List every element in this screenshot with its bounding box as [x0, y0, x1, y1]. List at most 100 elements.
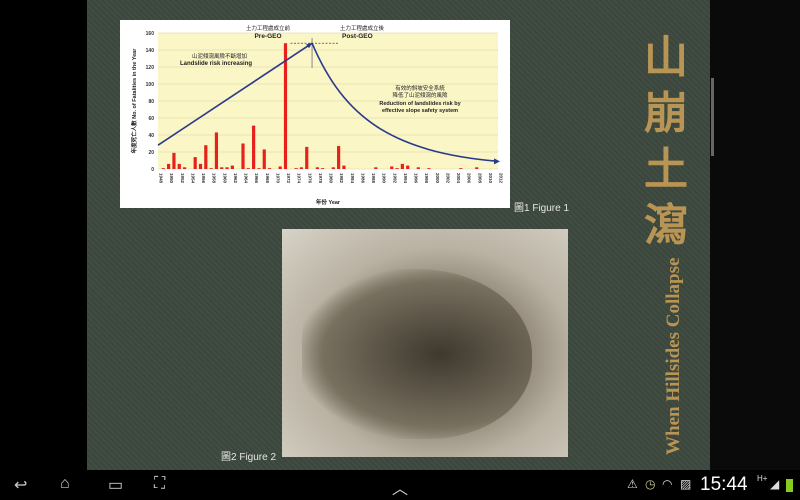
y-axis-label: 年度死亡人數 No. of Fatalities in the Year: [130, 48, 138, 154]
warning-icon: ⚠: [627, 477, 638, 491]
x-tick-label: 1988: [371, 173, 376, 184]
y-tick-label: 0: [151, 167, 154, 173]
bar: [241, 143, 245, 169]
x-tick-label: 1952: [180, 173, 185, 184]
battery-icon: [786, 479, 793, 492]
bar: [400, 163, 404, 169]
y-tick-label: 160: [146, 31, 155, 37]
bar: [182, 167, 187, 169]
bar: [214, 132, 219, 169]
bar: [278, 166, 282, 169]
bar: [246, 168, 250, 169]
bar: [220, 167, 224, 169]
back-icon[interactable]: ↩: [14, 475, 27, 495]
bar: [416, 167, 420, 169]
bar: [315, 167, 319, 169]
aerial-photo: [282, 229, 568, 457]
x-tick-label: 1992: [392, 173, 397, 184]
bar: [177, 163, 181, 169]
figure-2-caption: 圖2 Figure 2: [221, 452, 277, 463]
bar: [262, 149, 266, 169]
bar: [167, 163, 171, 169]
x-tick-label: 1970: [275, 173, 280, 184]
y-tick-label: 20: [148, 150, 154, 156]
x-tick-label: 1958: [212, 173, 217, 184]
x-tick-label: 1972: [286, 173, 291, 184]
image-icon: ▨: [680, 477, 692, 491]
annotation: Post-GEO: [342, 33, 373, 40]
y-tick-label: 140: [146, 48, 155, 54]
y-tick-label: 120: [146, 65, 155, 71]
bar: [299, 167, 304, 169]
x-tick-label: 1950: [169, 173, 174, 184]
x-tick-label: 2002: [445, 173, 450, 184]
fatalities-chart: 0 20 40 60 80 100 120 140 160 1948 1950 1952 1954 195…: [130, 24, 504, 206]
x-tick-label: 1998: [424, 173, 429, 184]
annotation: effective slope safety system: [382, 108, 458, 114]
bar: [198, 163, 203, 169]
bar: [193, 157, 197, 169]
bar: [406, 165, 410, 169]
bar: [331, 167, 335, 169]
bar: [209, 168, 213, 169]
x-tick-label: 1980: [329, 173, 334, 184]
bar: [475, 167, 479, 169]
x-tick-label: 1968: [265, 173, 270, 184]
wifi-icon: ◠: [662, 477, 673, 491]
x-axis-label: 年份 Year: [316, 198, 341, 206]
x-tick-label: 2006: [467, 173, 472, 184]
x-tick-label: 1976: [307, 173, 312, 184]
bar: [225, 167, 229, 169]
x-tick-label: 1978: [318, 173, 323, 184]
x-tick-label: 2008: [477, 173, 482, 184]
annotation: 降低了山泥傾瀉的風險: [392, 91, 448, 99]
bar: [342, 165, 346, 169]
x-tick-label: 1966: [254, 173, 259, 184]
status-time: 15:44: [700, 474, 748, 495]
annotation: Reduction of landslides risk by: [379, 101, 461, 107]
bar: [172, 152, 176, 169]
bar: [305, 146, 309, 169]
network-type: H+: [757, 474, 768, 483]
x-tick-label: 2000: [435, 173, 440, 184]
x-tick-label: 1996: [414, 173, 419, 184]
annotation: 土力工程處成立後: [340, 24, 385, 32]
x-tick-label: 1994: [403, 173, 408, 184]
x-tick-label: 1982: [339, 173, 344, 184]
home-icon[interactable]: ⌂: [60, 475, 70, 493]
annotation: Pre-GEO: [254, 33, 281, 40]
annotation: 有效的斜坡安全系統: [395, 84, 445, 92]
x-tick-label: 1956: [201, 173, 206, 184]
x-tick-label: 1954: [190, 173, 195, 184]
y-tick-label: 100: [146, 82, 155, 88]
x-tick-label: 1960: [222, 173, 227, 184]
bar: [337, 146, 341, 169]
x-tick-label: 1984: [350, 173, 355, 184]
chevron-up-icon[interactable]: ︿: [392, 475, 408, 499]
screenshot-icon[interactable]: ⛶: [154, 475, 165, 493]
bar: [294, 168, 298, 169]
x-tick-label: 1964: [244, 173, 249, 184]
recent-apps-icon[interactable]: ▭: [108, 475, 123, 495]
x-tick-label: 1974: [297, 173, 302, 184]
bar: [459, 168, 463, 169]
figure-1-chart: 0 20 40 60 80 100 120 140 160 1948 1950 1952 1954 195…: [120, 20, 510, 208]
x-tick-label: 2010: [488, 173, 493, 184]
bar: [390, 166, 394, 169]
bar: [257, 168, 261, 169]
y-tick-label: 60: [148, 116, 154, 122]
x-tick-label: 1962: [233, 173, 238, 184]
bar: [427, 168, 431, 169]
bar: [161, 168, 165, 169]
figure-1-caption: 圖1 Figure 1: [514, 203, 570, 214]
signal-icon: ◢: [770, 477, 780, 491]
bar: [374, 167, 378, 169]
bar: [252, 125, 256, 169]
bar: [267, 168, 272, 169]
side-panel: [710, 0, 800, 470]
scrollbar[interactable]: [711, 78, 714, 156]
title-english: When Hillsides Collapse: [663, 257, 684, 455]
y-tick-label: 40: [148, 133, 154, 139]
x-tick-label: 2012: [499, 173, 504, 184]
bar: [321, 168, 325, 169]
